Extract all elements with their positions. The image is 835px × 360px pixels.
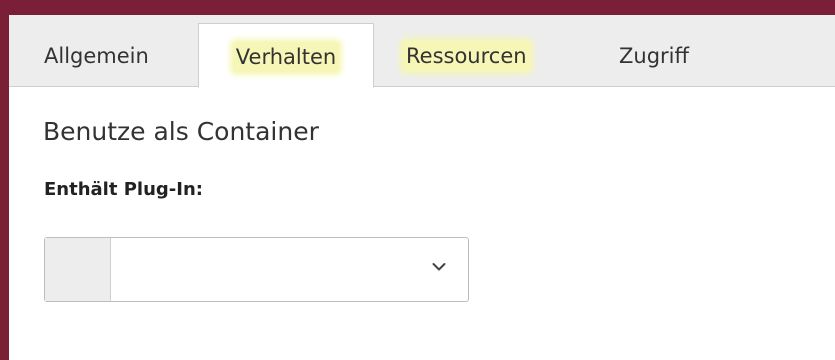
tab-label: Ressourcen <box>403 41 530 71</box>
tab-verhalten[interactable]: Verhalten <box>198 23 374 88</box>
window-frame: Allgemein Verhalten Ressourcen Zugriff B… <box>0 0 835 360</box>
chevron-down-icon <box>432 263 446 271</box>
select-addon <box>45 238 111 301</box>
tab-bar: Allgemein Verhalten Ressourcen Zugriff <box>9 15 835 88</box>
tab-zugriff[interactable]: Zugriff <box>610 23 720 87</box>
plugin-select[interactable] <box>44 237 469 302</box>
plugin-field-label: Enthält Plug-In: <box>44 179 203 200</box>
tab-content: Benutze als Container Enthält Plug-In: <box>9 87 835 360</box>
tab-allgemein[interactable]: Allgemein <box>35 23 185 87</box>
tab-ressourcen[interactable]: Ressourcen <box>397 23 569 87</box>
tab-label: Allgemein <box>44 44 149 68</box>
content-panel: Allgemein Verhalten Ressourcen Zugriff B… <box>9 15 835 360</box>
tab-label: Verhalten <box>232 42 340 72</box>
section-title: Benutze als Container <box>43 117 319 146</box>
tab-label: Zugriff <box>619 44 689 68</box>
